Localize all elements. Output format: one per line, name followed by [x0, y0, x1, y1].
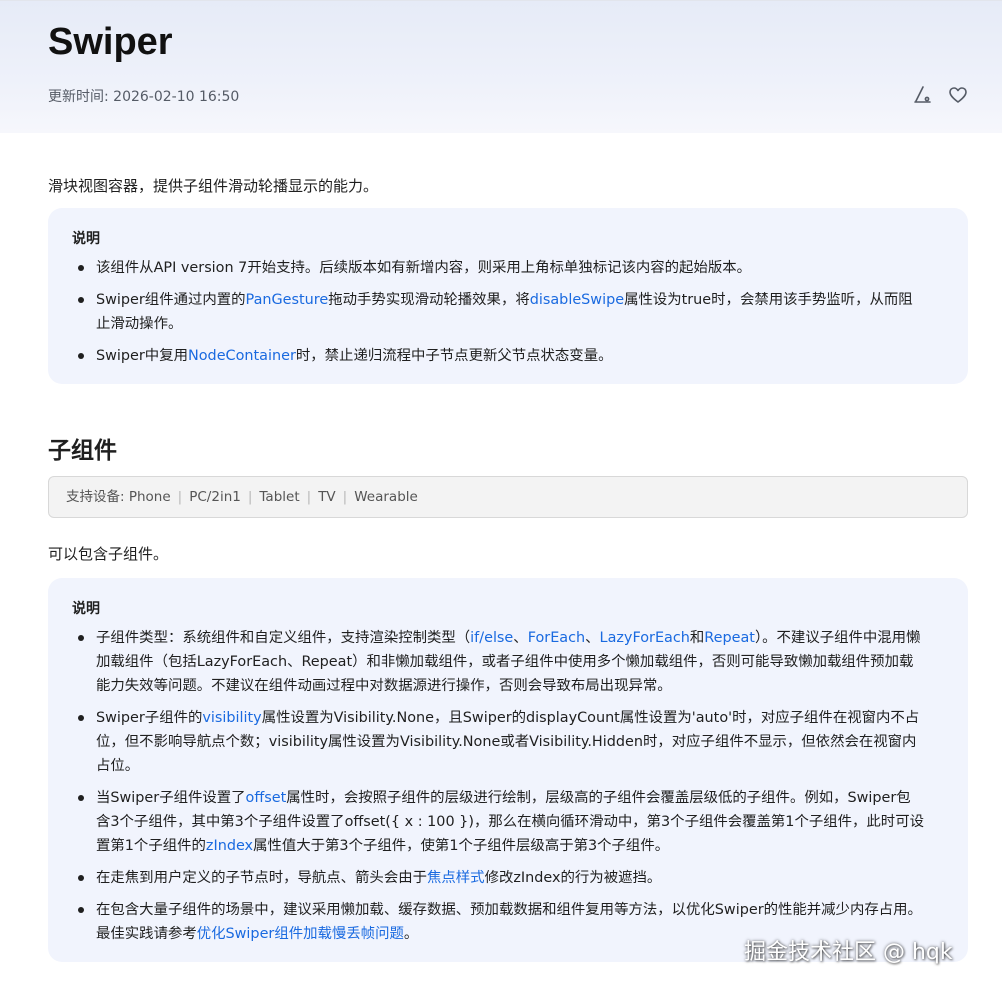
- list-text: 修改zIndex的行为被遮挡。: [484, 870, 662, 886]
- list-item: Swiper组件通过内置的PanGesture拖动手势实现滑动轮播效果，将dis…: [74, 288, 924, 336]
- supported-devices-bar: 支持设备: Phone | PC/2in1 | Tablet | TV | Wearable: [48, 476, 968, 518]
- list-item: Swiper中复用NodeContainer时，禁止递归流程中子节点更新父节点状…: [74, 344, 924, 368]
- note-box-1: 说明 该组件从API version 7开始支持。后续版本如有新增内容，则采用上…: [48, 208, 968, 384]
- list-text: 当Swiper子组件设置了: [96, 790, 246, 806]
- list-text: 时，禁止递归流程中子节点更新父节点状态变量。: [295, 348, 613, 364]
- doc-link[interactable]: NodeContainer: [188, 348, 296, 364]
- device-item: TV: [318, 489, 336, 505]
- device-item: Wearable: [354, 489, 418, 505]
- page-header: Swiper 更新时间: 2026-02-10 16:50: [0, 0, 1002, 133]
- doc-link[interactable]: PanGesture: [246, 292, 329, 308]
- note-title: 说明: [72, 231, 100, 247]
- list-text: 和: [689, 630, 705, 646]
- note-title: 说明: [72, 601, 100, 617]
- doc-link[interactable]: if/else: [470, 630, 513, 646]
- device-item: PC/2in1: [189, 489, 241, 505]
- doc-link[interactable]: disableSwipe: [530, 292, 624, 308]
- share-icon[interactable]: [911, 84, 933, 106]
- list-item: 在走焦到用户定义的子节点时，导航点、箭头会由于焦点样式修改zIndex的行为被遮…: [74, 866, 924, 890]
- page-title: Swiper: [48, 21, 173, 63]
- devices-label: 支持设备:: [66, 489, 129, 505]
- doc-link[interactable]: 焦点样式: [427, 870, 485, 886]
- section-intro: 可以包含子组件。: [48, 545, 169, 563]
- list-text: 属性值大于第3个子组件，使第1个子组件层级高于第3个子组件。: [253, 838, 670, 854]
- list-item: Swiper子组件的visibility属性设置为Visibility.None…: [74, 706, 924, 778]
- watermark: 掘金技术社区 @ hqk: [744, 940, 953, 965]
- doc-link[interactable]: ForEach: [528, 630, 585, 646]
- doc-link[interactable]: 优化Swiper组件加载慢丢帧问题: [197, 926, 404, 942]
- doc-link[interactable]: Repeat: [704, 630, 755, 646]
- doc-link[interactable]: offset: [246, 790, 287, 806]
- section-title: 子组件: [48, 438, 117, 464]
- list-item: 当Swiper子组件设置了offset属性时，会按照子组件的层级进行绘制，层级高…: [74, 786, 924, 858]
- intro-text: 滑块视图容器，提供子组件滑动轮播显示的能力。: [48, 177, 379, 195]
- doc-link[interactable]: LazyForEach: [600, 630, 690, 646]
- list-text: Swiper组件通过内置的: [96, 292, 246, 308]
- list-text: 该组件从API version 7开始支持。后续版本如有新增内容，则采用上角标单…: [96, 260, 752, 276]
- device-item: Phone: [128, 489, 171, 505]
- note-box-2: 说明 子组件类型：系统组件和自定义组件，支持渲染控制类型（if/else、For…: [48, 578, 968, 962]
- list-text: Swiper中复用: [96, 348, 188, 364]
- list-text: 、: [513, 630, 528, 646]
- list-text: 在走焦到用户定义的子节点时，导航点、箭头会由于: [96, 870, 427, 886]
- list-text: 拖动手势实现滑动轮播效果，将: [328, 292, 530, 308]
- list-text: Swiper子组件的: [96, 710, 203, 726]
- list-item: 该组件从API version 7开始支持。后续版本如有新增内容，则采用上角标单…: [74, 256, 924, 280]
- list-text: 、: [585, 630, 600, 646]
- update-time: 更新时间: 2026-02-10 16:50: [48, 89, 240, 105]
- list-item: 子组件类型：系统组件和自定义组件，支持渲染控制类型（if/else、ForEac…: [74, 626, 924, 698]
- device-item: Tablet: [259, 489, 300, 505]
- doc-link[interactable]: visibility: [202, 710, 261, 726]
- doc-link[interactable]: zIndex: [206, 838, 253, 854]
- heart-icon[interactable]: [947, 84, 969, 106]
- list-text: 子组件类型：系统组件和自定义组件，支持渲染控制类型（: [96, 630, 471, 646]
- list-text: 。: [403, 926, 419, 942]
